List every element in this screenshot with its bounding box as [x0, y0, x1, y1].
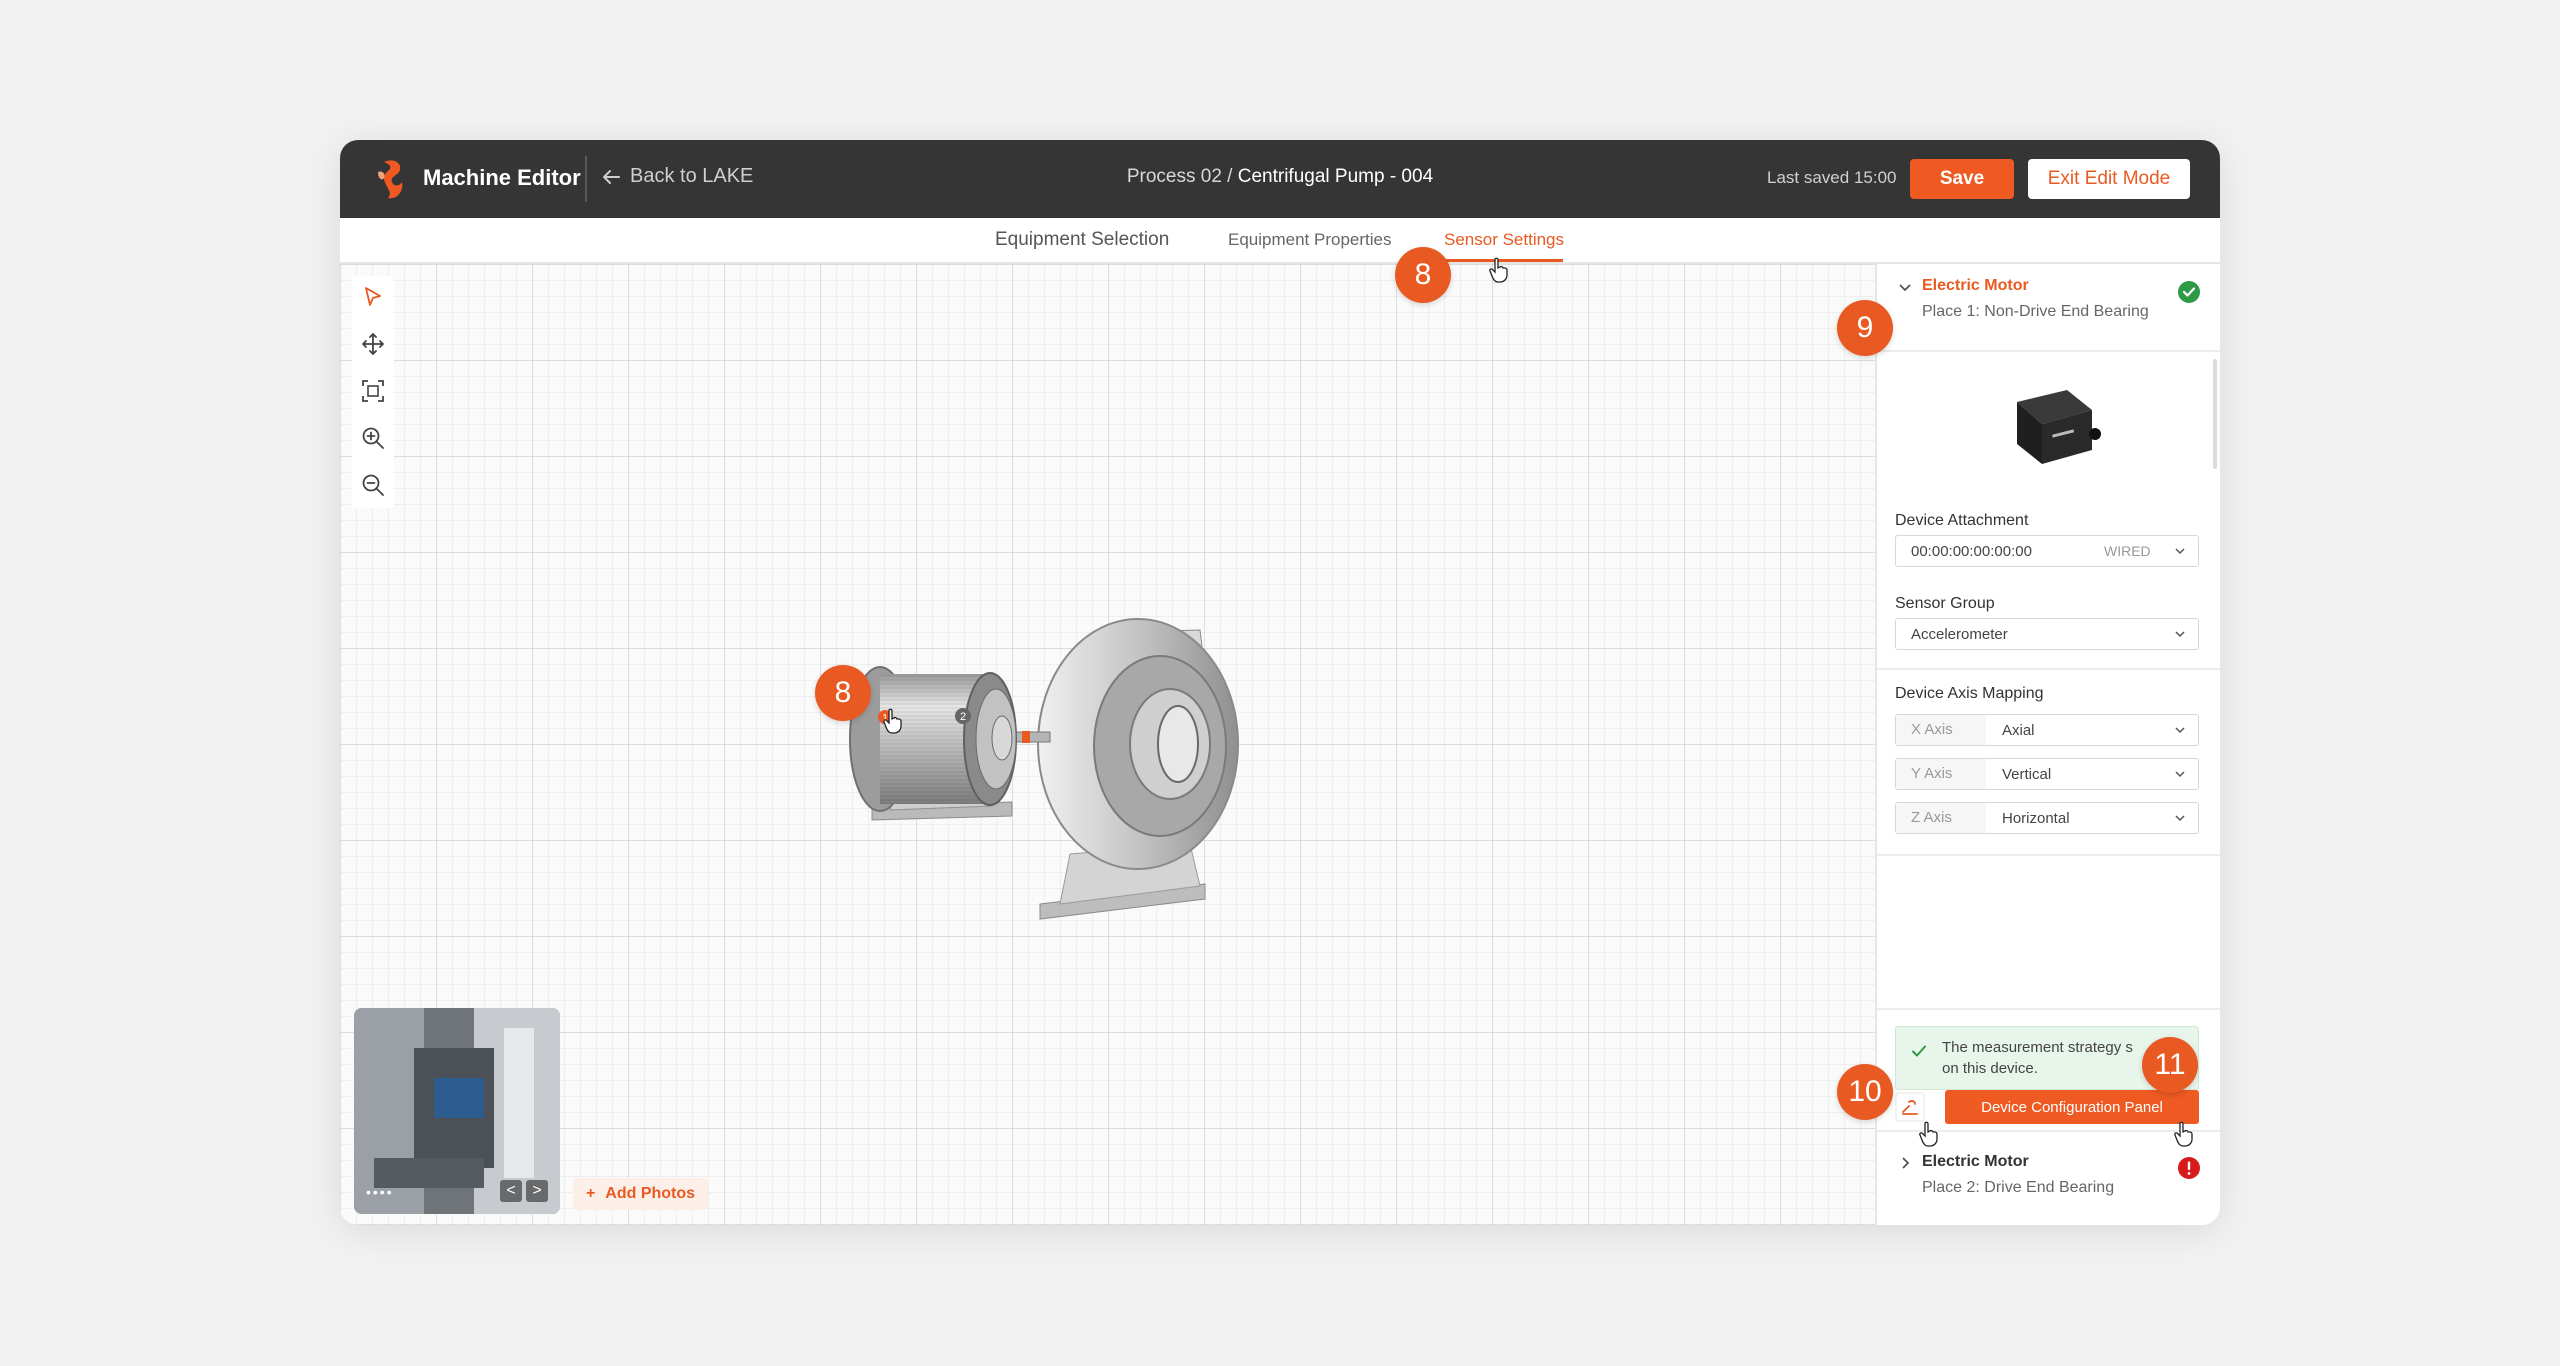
- tab-sensor-settings[interactable]: Sensor Settings: [1444, 230, 1564, 250]
- hand-cursor-icon: [2174, 1121, 2193, 1147]
- x-axis-select[interactable]: X Axis Axial: [1895, 714, 2199, 746]
- tab-equipment-selection[interactable]: Equipment Selection: [995, 229, 1169, 251]
- accordion-place-2[interactable]: Electric Motor Place 2: Drive End Bearin…: [1877, 1140, 2220, 1216]
- step-badge-motor: 8: [815, 665, 871, 721]
- chevron-down-icon: [2175, 631, 2185, 638]
- add-photos-button[interactable]: + Add Photos: [573, 1178, 708, 1210]
- z-axis-label: Z Axis: [1896, 803, 1986, 833]
- device-attachment-label: Device Attachment: [1895, 512, 2029, 529]
- editor-canvas[interactable]: 1 2 •••• < > + Add Photos: [340, 264, 1875, 1225]
- place-2-subtitle: Place 2: Drive End Bearing: [1922, 1179, 2115, 1196]
- divider: [1877, 350, 2220, 352]
- z-axis-value: Horizontal: [2002, 810, 2070, 827]
- place-1-title: Electric Motor: [1922, 277, 2029, 294]
- step-badge-config-button: 11: [2142, 1037, 2198, 1093]
- photo-next-button[interactable]: >: [526, 1180, 548, 1202]
- error-circle-icon: [2178, 1157, 2200, 1179]
- place-2-title: Electric Motor: [1922, 1153, 2029, 1170]
- sensor-device-image: [2017, 390, 2101, 464]
- step-badge-icon-button: 10: [1837, 1064, 1893, 1120]
- chevron-down-icon: [2175, 815, 2185, 822]
- step-badge-tab: 8: [1395, 247, 1451, 303]
- tab-equipment-properties[interactable]: Equipment Properties: [1228, 230, 1391, 250]
- fit-frame-icon[interactable]: [360, 378, 386, 404]
- breadcrumb-machine: Centrifugal Pump - 004: [1237, 166, 1434, 187]
- breadcrumb-process: Process 02 /: [1126, 166, 1233, 187]
- back-link-label: Back to LAKE: [630, 165, 754, 187]
- place-1-subtitle: Place 1: Non-Drive End Bearing: [1922, 303, 2149, 320]
- accordion-place-1[interactable]: Electric Motor Place 1: Non-Drive End Be…: [1877, 264, 2220, 340]
- header-divider: [585, 156, 587, 202]
- y-axis-select[interactable]: Y Axis Vertical: [1895, 758, 2199, 790]
- chevron-right-icon: [1902, 1157, 1910, 1169]
- save-button[interactable]: Save: [1910, 159, 2014, 199]
- sensor-group-select[interactable]: Accelerometer: [1895, 618, 2199, 650]
- connection-type: WIRED: [2104, 543, 2151, 559]
- chevron-down-icon: [1899, 284, 1911, 292]
- y-axis-label: Y Axis: [1896, 759, 1986, 789]
- step-badge-panel: 9: [1837, 300, 1893, 356]
- check-circle-icon: [2178, 281, 2200, 303]
- device-attachment-value: 00:00:00:00:00:00: [1911, 543, 2032, 560]
- hand-cursor-icon: [1489, 257, 1508, 283]
- chevron-down-icon: [2175, 727, 2185, 734]
- plus-icon: +: [585, 1185, 596, 1202]
- y-axis-value: Vertical: [2002, 766, 2052, 783]
- photo-nav: < >: [500, 1180, 548, 1202]
- zoom-out-icon[interactable]: [360, 472, 386, 498]
- sensor-marker-2[interactable]: 2: [960, 711, 966, 723]
- axis-mapping-label: Device Axis Mapping: [1895, 685, 2044, 702]
- canvas-toolbar: [352, 276, 394, 508]
- sensor-group-value: Accelerometer: [1911, 626, 2008, 643]
- last-saved-status: Last saved 15:00: [1767, 168, 1897, 187]
- motor-pump-model[interactable]: 1 2: [810, 554, 1270, 974]
- chevron-down-icon: [2175, 771, 2185, 778]
- hand-cursor-icon: [883, 708, 902, 734]
- zoom-in-icon[interactable]: [360, 425, 386, 451]
- divider: [1877, 668, 2220, 670]
- z-axis-select[interactable]: Z Axis Horizontal: [1895, 802, 2199, 834]
- x-axis-value: Axial: [2002, 722, 2035, 739]
- device-settings-icon[interactable]: [1895, 1092, 1925, 1122]
- move-icon[interactable]: [360, 331, 386, 357]
- check-icon: [1912, 1045, 1926, 1057]
- divider: [1877, 854, 2220, 856]
- select-arrow-icon[interactable]: [360, 284, 386, 310]
- app-title: Machine Editor: [423, 165, 581, 190]
- chevron-down-icon: [2175, 548, 2185, 555]
- arrow-left-icon: [603, 169, 620, 184]
- step-tabs: Equipment Selection Equipment Properties…: [340, 218, 2220, 264]
- x-axis-label: X Axis: [1896, 715, 1986, 745]
- machine-photo[interactable]: •••• < >: [354, 1008, 560, 1214]
- app-logo-icon: [378, 160, 403, 199]
- device-configuration-panel-button[interactable]: Device Configuration Panel: [1945, 1090, 2199, 1124]
- machine-editor-window: Machine Editor Back to LAKE Process 02 /…: [340, 140, 2220, 1225]
- exit-edit-mode-button[interactable]: Exit Edit Mode: [2028, 159, 2190, 199]
- back-link[interactable]: Back to LAKE: [600, 165, 753, 188]
- photo-pagination-dots: ••••: [366, 1184, 394, 1200]
- photo-prev-button[interactable]: <: [500, 1180, 522, 1202]
- hand-cursor-icon: [1919, 1121, 1938, 1147]
- panel-scrollbar[interactable]: [2213, 359, 2217, 469]
- sensor-group-label: Sensor Group: [1895, 595, 1995, 612]
- divider: [1877, 1008, 2220, 1010]
- add-photos-label: Add Photos: [605, 1185, 696, 1202]
- device-attachment-select[interactable]: 00:00:00:00:00:00 WIRED: [1895, 535, 2199, 567]
- top-bar: Machine Editor Back to LAKE Process 02 /…: [340, 140, 2220, 218]
